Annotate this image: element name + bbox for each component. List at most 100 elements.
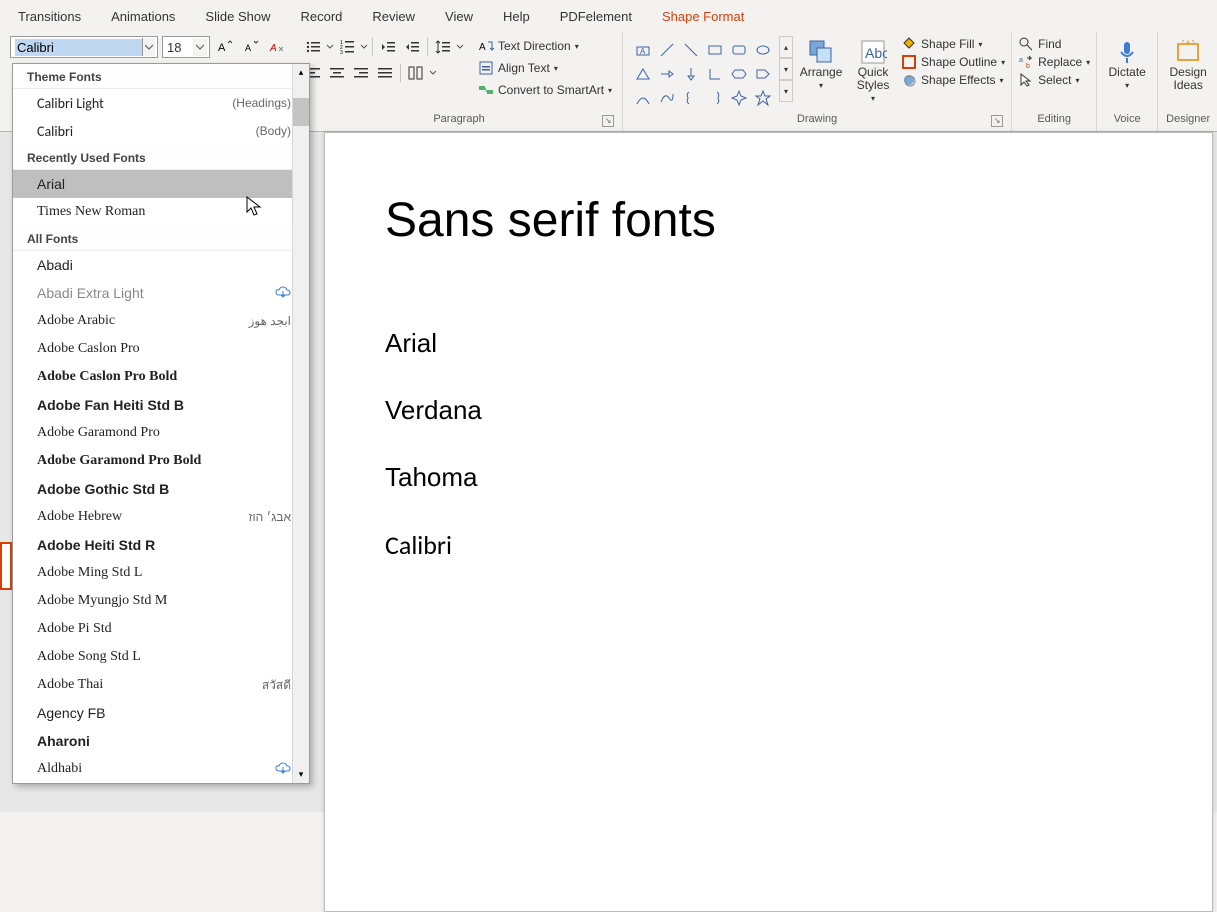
slide-thumbnail[interactable] [0, 542, 12, 590]
drawing-dialog-launcher[interactable]: ↘ [991, 115, 1003, 127]
font-option[interactable]: Adobe Heiti Std R [13, 531, 309, 559]
tab-review[interactable]: Review [358, 3, 429, 30]
justify-button[interactable] [374, 62, 396, 84]
clear-formatting-button[interactable]: A [266, 36, 288, 58]
increase-indent-button[interactable] [401, 36, 423, 58]
font-option[interactable]: Aldhabi [13, 755, 309, 783]
font-option[interactable]: Calibri Light(Headings) [13, 89, 309, 117]
shape-rrect-icon[interactable] [728, 39, 750, 61]
tab-shape-format[interactable]: Shape Format [648, 3, 758, 30]
shape-outline-button[interactable]: Shape Outline ▾ [901, 54, 1005, 70]
line-spacing-button[interactable] [432, 36, 454, 58]
font-name-input[interactable] [15, 39, 142, 56]
font-option[interactable]: Adobe Gothic Std B [13, 475, 309, 503]
font-name-combo[interactable] [10, 36, 158, 58]
numbering-button[interactable]: 123 [336, 36, 358, 58]
font-option[interactable]: Adobe Hebrewאבג׳ הוז [13, 503, 309, 531]
shape-elbow-icon[interactable] [704, 63, 726, 85]
tab-animations[interactable]: Animations [97, 3, 189, 30]
decrease-font-size-button[interactable]: A [240, 36, 262, 58]
quick-styles-button[interactable]: Abc Quick Styles ▾ [849, 36, 897, 105]
replace-button[interactable]: ab Replace ▾ [1018, 54, 1090, 70]
font-option[interactable]: Adobe Caslon Pro [13, 335, 309, 363]
chevron-down-icon[interactable] [429, 65, 437, 81]
font-option[interactable]: Calibri(Body) [13, 117, 309, 145]
slide-body-text[interactable]: Arial [385, 328, 437, 359]
find-label: Find [1038, 37, 1061, 51]
slide-canvas[interactable]: Sans serif fonts Arial Verdana Tahoma Ca… [324, 132, 1213, 912]
decrease-indent-button[interactable] [377, 36, 399, 58]
chevron-down-icon[interactable] [360, 39, 368, 55]
font-option[interactable]: Adobe Pi Std [13, 615, 309, 643]
font-option[interactable]: Adobe Myungjo Std M [13, 587, 309, 615]
bullets-button[interactable] [302, 36, 324, 58]
shapes-gallery[interactable]: A [629, 36, 777, 112]
convert-to-smartart-button[interactable]: Convert to SmartArt ▾ [474, 80, 616, 100]
font-option[interactable]: Adobe Garamond Pro Bold [13, 447, 309, 475]
shape-connector-icon[interactable] [632, 87, 654, 109]
font-option[interactable]: Arial [13, 170, 309, 198]
paragraph-dialog-launcher[interactable]: ↘ [602, 115, 614, 127]
shape-star5-icon[interactable] [752, 87, 774, 109]
font-name-dropdown-arrow[interactable] [142, 38, 155, 56]
slide-body-text[interactable]: Verdana [385, 395, 482, 426]
shape-hexagon-icon[interactable] [728, 63, 750, 85]
font-size-combo[interactable]: 18 [162, 36, 210, 58]
font-option[interactable]: Adobe Thaiสวัสดี [13, 671, 309, 699]
shape-arrow-icon[interactable] [656, 63, 678, 85]
chevron-down-icon[interactable] [326, 39, 334, 55]
shape-pentagon-icon[interactable] [752, 63, 774, 85]
shape-rect-icon[interactable] [704, 39, 726, 61]
slide-title-text[interactable]: Sans serif fonts [385, 193, 716, 248]
tab-pdfelement[interactable]: PDFelement [546, 3, 646, 30]
tab-slideshow[interactable]: Slide Show [191, 3, 284, 30]
chevron-down-icon[interactable] [456, 39, 464, 55]
tab-view[interactable]: View [431, 3, 487, 30]
shape-fill-button[interactable]: Shape Fill ▾ [901, 36, 1005, 52]
font-option[interactable]: Adobe Ming Std L [13, 559, 309, 587]
tab-help[interactable]: Help [489, 3, 544, 30]
increase-font-size-button[interactable]: A [214, 36, 236, 58]
font-option[interactable]: Agency FB [13, 699, 309, 727]
shapes-gallery-scroll[interactable]: ▴▾▾ [779, 36, 793, 112]
text-direction-button[interactable]: A Text Direction ▾ [474, 36, 616, 56]
shape-brace-icon[interactable] [680, 87, 702, 109]
dropdown-scrollbar[interactable]: ▴ ▾ [292, 64, 309, 783]
shape-textbox-icon[interactable]: A [632, 39, 654, 61]
font-option[interactable]: Adobe Song Std L [13, 643, 309, 671]
dictate-button[interactable]: Dictate ▾ [1103, 36, 1151, 92]
shape-effects-button[interactable]: Shape Effects ▾ [901, 72, 1005, 88]
slide-body-text[interactable]: Calibri [385, 529, 452, 561]
shape-arrow-down-icon[interactable] [680, 63, 702, 85]
design-ideas-button[interactable]: Design Ideas [1164, 36, 1212, 92]
align-center-button[interactable] [326, 62, 348, 84]
shape-oval-icon[interactable] [752, 39, 774, 61]
align-text-button[interactable]: Align Text ▾ [474, 58, 616, 78]
svg-text:A: A [245, 43, 251, 53]
shape-line-icon[interactable] [656, 39, 678, 61]
font-option[interactable]: Abadi Extra Light [13, 279, 309, 307]
tab-record[interactable]: Record [286, 3, 356, 30]
columns-button[interactable] [405, 62, 427, 84]
shape-star4-icon[interactable] [728, 87, 750, 109]
font-option[interactable]: Times New Roman [13, 198, 309, 226]
shape-brace2-icon[interactable] [704, 87, 726, 109]
font-option[interactable]: Adobe Caslon Pro Bold [13, 363, 309, 391]
font-option[interactable]: Adobe Fan Heiti Std B [13, 391, 309, 419]
shape-triangle-icon[interactable] [632, 63, 654, 85]
font-dropdown-list[interactable]: ▴ ▾ Theme FontsCalibri Light(Headings)Ca… [12, 63, 310, 784]
font-option[interactable]: Adobe Arabicابجد هوز [13, 307, 309, 335]
find-button[interactable]: Find [1018, 36, 1090, 52]
tab-transitions[interactable]: Transitions [4, 3, 95, 30]
arrange-button[interactable]: Arrange ▾ [797, 36, 845, 92]
font-option[interactable]: Adobe Garamond Pro [13, 419, 309, 447]
select-button[interactable]: Select ▾ [1018, 72, 1090, 88]
font-option[interactable]: Aharoni [13, 727, 309, 755]
align-right-button[interactable] [350, 62, 372, 84]
voice-group-label: Voice [1114, 113, 1141, 125]
font-option[interactable]: Abadi [13, 251, 309, 279]
shape-line2-icon[interactable] [680, 39, 702, 61]
font-size-dropdown-arrow[interactable] [193, 38, 207, 56]
slide-body-text[interactable]: Tahoma [385, 462, 478, 493]
shape-curve-icon[interactable] [656, 87, 678, 109]
